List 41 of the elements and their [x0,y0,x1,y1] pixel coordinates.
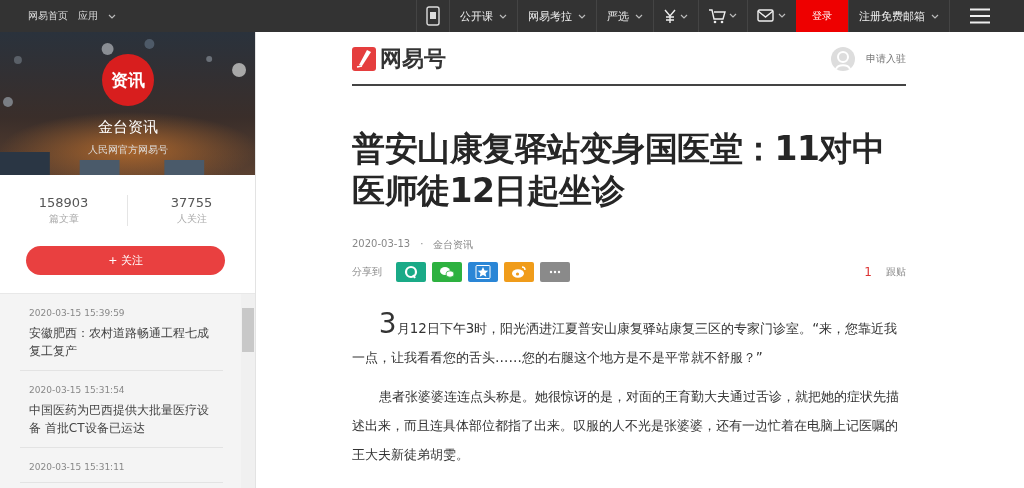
stat-value: 158903 [38,195,89,210]
comments-link[interactable]: 跟贴 [886,265,906,279]
follow-button[interactable]: + 关注 [26,246,225,275]
share-label: 分享到 [352,265,382,279]
stat-value: 37755 [170,195,213,210]
source-link[interactable]: 金台资讯 [433,238,474,252]
user-icon [830,46,856,72]
news-time: 2020-03-15 15:31:11 [29,462,126,472]
caret-icon[interactable] [635,13,643,19]
caret-icon[interactable] [578,13,586,19]
logo-text: 网易号 [380,45,446,73]
star-share-icon[interactable] [468,262,498,282]
article-date: 2020-03-13 [352,238,411,251]
qq-share-icon[interactable] [396,262,426,282]
account-subtitle: 人民网官方网易号 [87,143,168,157]
apply-link[interactable]: 申请入驻 [866,52,906,66]
pen-logo-icon [352,47,376,71]
news-link[interactable]: 中国医药为巴西提供大批量医疗设备 首批CT设备已运达 [29,401,209,437]
caret-icon[interactable] [931,13,939,19]
account-name: 金台资讯 [97,118,158,137]
comment-count[interactable]: 1 [864,265,872,279]
article-paragraph: 患者张婆婆连连点头称是。她很惊讶的是，对面的王育勤大夫通过舌诊，就把她的症状先描述出来，而且连具体部位都指了出来。叹服的人不光是张婆婆，还有一边忙着在电脑上记医嘱的王大夫新徒弟胡雯。 [352,388,900,464]
stat-label: 人关注 [176,212,207,226]
news-time: 2020-03-15 15:39:59 [29,308,126,318]
scrollbar[interactable] [241,294,255,488]
login-button[interactable]: 登录 [796,0,848,32]
nav-menu-item[interactable]: 网易考拉 [517,0,596,32]
nav-link[interactable]: 应用 [78,9,116,23]
article-title: 普安山康复驿站变身国医堂：11对中医师徒12日起坐诊 [352,128,886,212]
article-paragraph: 3 月12日下午3时，阳光洒进江夏普安山康复驿站康复三区的专家门诊室。“来，您靠近我一点，让我看看您的舌头……您的右腿这个地方是不是平常就不舒服？” [352,314,899,367]
nav-link[interactable]: 网易首页 [28,9,68,23]
news-link[interactable]: 安徽肥西：农村道路畅通工程七成复工复产 [29,324,209,360]
nav-menu-item[interactable]: 严选 [596,0,653,32]
news-time: 2020-03-15 15:31:54 [29,385,126,395]
separator-dot: · [420,238,424,251]
nav-menu-item[interactable]: 公开课 [449,0,517,32]
caret-icon[interactable] [499,13,507,19]
stat-label: 篇文章 [48,212,79,226]
wechat-share-icon[interactable] [432,262,462,282]
nav-menu-item[interactable]: 注册免费邮箱 [848,0,949,32]
caret-icon[interactable] [108,13,116,19]
